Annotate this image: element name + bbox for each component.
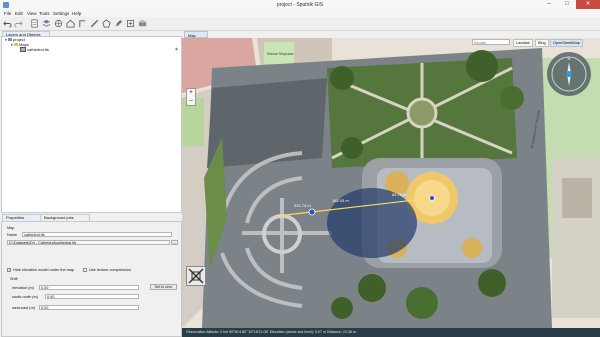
texture-compression-label: Use texture compression [89,268,131,272]
pencil-icon[interactable] [114,19,123,28]
layer-icon[interactable] [42,19,51,28]
angle-icon[interactable] [78,19,87,28]
basemap-tab-bing[interactable]: Bing [535,39,549,47]
menu-file[interactable]: File [4,11,11,16]
open-file-icon[interactable] [30,19,39,28]
hide-elevation-checkbox[interactable]: ✓ [7,267,12,272]
section-shift-label: Shift [10,277,18,281]
polygon-icon[interactable] [102,19,111,28]
properties-panel: Map Name cathedral.tfs D:\Datasets\D4 - … [1,221,182,337]
toolbar [0,17,600,31]
hide-elevation-label: Hide elevation model under the map [13,268,74,272]
navigation-compass[interactable]: N [547,52,591,96]
tab-map[interactable]: Map [184,31,208,38]
folder-icon [13,43,18,47]
redo-icon[interactable] [14,19,23,28]
section-map-label: Map [7,226,15,230]
map-canvas[interactable] [182,38,600,328]
measure-point[interactable] [308,208,316,216]
menu-tools[interactable]: Tools [39,11,50,16]
map-view[interactable]: 231.74 m 182.03 m 84.73 m Малая Морская … [182,38,600,328]
tree-item-cathedral[interactable]: cathedral.tfs ◉ [2,47,181,53]
visibility-icon[interactable]: ◉ [175,47,178,52]
browse-button[interactable]: ... [171,240,178,245]
measure-label: 84.73 m [392,192,407,197]
elevation-field[interactable]: 0.00 [39,285,139,290]
zoom-extent-icon[interactable] [126,19,135,28]
west-east-field[interactable]: 0.00 [39,305,139,310]
zoom-out-icon[interactable]: – [187,97,195,105]
status-text: Observation Altitude: 0 km 59°56'4.80" 3… [186,330,356,334]
name-field[interactable]: cathedral.tfs [22,232,172,237]
overview-icon[interactable] [186,266,206,286]
basemap-tab-landsat[interactable]: Landsat [513,39,533,47]
south-north-label: south-north (m) [12,295,38,299]
checkmark-icon: ✓ [8,267,12,272]
close-icon[interactable]: ✕ [576,0,600,9]
maximize-icon[interactable]: □ [558,0,576,9]
texture-compression-checkbox[interactable] [83,268,87,272]
map-file-icon [20,47,26,53]
measure-label: 231.74 m [294,203,311,208]
menu-edit[interactable]: Edit [15,11,23,16]
zoom-in-icon[interactable]: + [187,89,195,97]
basemap-tab-openstreetmap[interactable]: OpenStreetMap [550,39,583,47]
menu-bar: File Edit View Tools Settings Help [0,10,600,17]
path-field[interactable]: D:\Datasets\D4 - Cathedral\cathedral.tfs [7,240,170,245]
ruler-icon[interactable] [90,19,99,28]
undo-icon[interactable] [3,19,12,28]
menu-view[interactable]: View [27,11,37,16]
zoom-controls: + – [186,88,196,106]
globe-icon[interactable] [54,19,63,28]
house-icon[interactable] [66,19,75,28]
search-input[interactable]: Sender [472,39,510,45]
minimize-icon[interactable]: – [540,0,558,9]
status-bar: Observation Altitude: 0 km 59°56'4.80" 3… [182,328,600,337]
expand-icon[interactable]: ▾ [5,38,7,42]
south-north-field[interactable]: 0.00 [45,294,139,299]
expand-icon[interactable]: ▾ [11,43,13,47]
window-title: project - Sputnik GIS [276,2,324,8]
svg-text:N: N [568,56,571,61]
street-label: Малая Морская [267,52,294,56]
menu-settings[interactable]: Settings [53,11,69,16]
west-east-label: west-east (m) [12,306,35,310]
export-icon[interactable] [138,19,147,28]
project-icon [7,38,12,42]
menu-help[interactable]: Help [72,11,81,16]
measure-label: 182.03 m [332,198,349,203]
name-label: Name [7,233,18,237]
set-to-zero-button[interactable]: Set to zero [150,284,177,290]
elevation-label: elevation (m) [12,286,34,290]
measure-point[interactable] [429,195,435,201]
layers-panel: ▾ project ▾ Maps cathedral.tfs ◉ [1,36,182,213]
